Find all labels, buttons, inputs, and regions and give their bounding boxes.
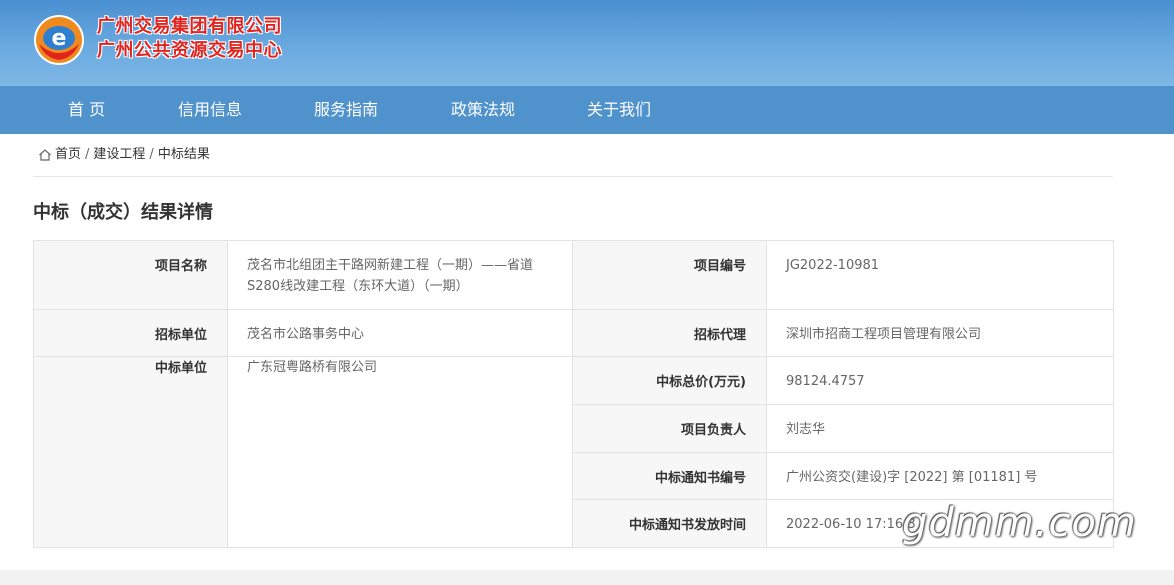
page-title: 中标（成交）结果详情	[33, 202, 213, 223]
logo-e-icon: e	[34, 15, 84, 65]
site-logo[interactable]: e	[33, 14, 85, 66]
site-name-line1: 广州交易集团有限公司	[97, 16, 282, 37]
agent-value: 深圳市招商工程项目管理有限公司	[766, 309, 1114, 357]
bottom-strip	[0, 570, 1174, 585]
main-nav: 首 页 信用信息 服务指南 政策法规 关于我们	[0, 86, 1174, 134]
notice-no-label: 中标通知书编号	[572, 452, 767, 500]
breadcrumb: 首页 / 建设工程 / 中标结果	[38, 146, 210, 164]
divider	[33, 176, 1113, 177]
winner-label: 中标单位	[33, 356, 228, 548]
project-name-label: 项目名称	[33, 240, 228, 310]
nav-item-service-guide[interactable]: 服务指南	[314, 86, 378, 134]
notice-time-label: 中标通知书发放时间	[572, 499, 767, 548]
nav-item-policy[interactable]: 政策法规	[451, 86, 515, 134]
breadcrumb-separator: /	[85, 147, 90, 162]
total-price-value: 98124.4757	[766, 356, 1114, 405]
nav-item-home[interactable]: 首 页	[68, 86, 105, 134]
site-header: e 广州交易集团有限公司 广州公共资源交易中心	[0, 0, 1174, 86]
total-price-label: 中标总价(万元)	[572, 356, 767, 405]
project-name-value: 茂名市北组团主干路网新建工程（一期）——省道 S280线改建工程（东环大道）（一…	[227, 240, 573, 310]
winner-value: 广东冠粤路桥有限公司	[227, 356, 573, 548]
watermark: gdmm.com	[902, 500, 1137, 546]
tenderer-label: 招标单位	[33, 309, 228, 357]
notice-no-value: 广州公资交(建设)字 [2022] 第 [01181] 号	[766, 452, 1114, 500]
home-icon	[39, 149, 51, 161]
nav-item-credit-info[interactable]: 信用信息	[178, 86, 242, 134]
table-row: 招标单位 茂名市公路事务中心 招标代理 深圳市招商工程项目管理有限公司	[33, 309, 1114, 357]
breadcrumb-separator: /	[149, 147, 154, 162]
breadcrumb-current[interactable]: 中标结果	[158, 146, 210, 164]
table-row: 中标单位 广东冠粤路桥有限公司 中标总价(万元) 98124.4757	[33, 356, 1114, 548]
breadcrumb-home[interactable]: 首页	[55, 146, 81, 164]
nav-item-about[interactable]: 关于我们	[587, 86, 651, 134]
site-name[interactable]: 广州交易集团有限公司 广州公共资源交易中心	[97, 15, 282, 63]
project-name-line2: S280线改建工程（东环大道）（一期）	[247, 279, 469, 294]
project-no-value: JG2022-10981	[766, 240, 1114, 310]
tenderer-value: 茂名市公路事务中心	[227, 309, 573, 357]
agent-label: 招标代理	[572, 309, 767, 357]
manager-label: 项目负责人	[572, 404, 767, 453]
project-no-label: 项目编号	[572, 240, 767, 310]
table-row: 项目名称 茂名市北组团主干路网新建工程（一期）——省道 S280线改建工程（东环…	[33, 240, 1114, 310]
svg-text:e: e	[52, 26, 67, 51]
breadcrumb-construction[interactable]: 建设工程	[93, 146, 145, 164]
site-name-line2: 广州公共资源交易中心	[97, 40, 282, 61]
project-name-line1: 茂名市北组团主干路网新建工程（一期）——省道	[247, 258, 534, 273]
manager-value: 刘志华	[766, 404, 1114, 453]
